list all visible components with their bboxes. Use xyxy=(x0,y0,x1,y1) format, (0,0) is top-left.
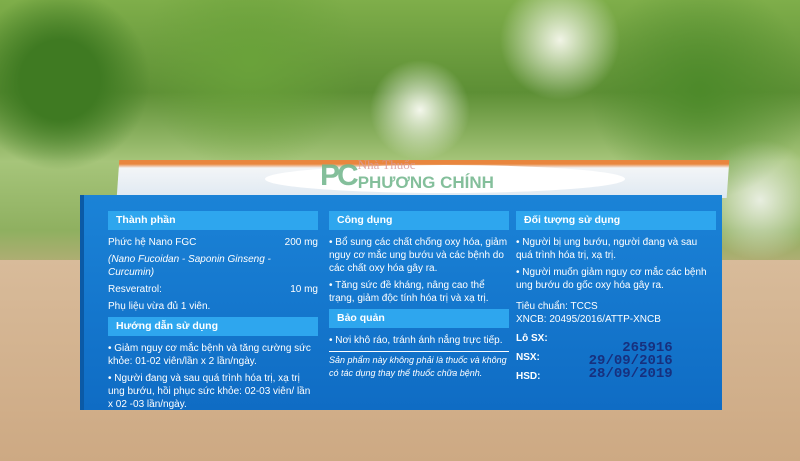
watermark-big: PHƯƠNG CHÍNH xyxy=(357,173,494,192)
ingredients-header: Thành phần xyxy=(108,211,318,230)
watermark: PC Nhà Thuốc PHƯƠNG CHÍNH xyxy=(320,157,494,193)
usage-2: • Người đang và sau quá trình hóa trị, x… xyxy=(108,373,311,410)
ingredient-2-dose: 10 mg xyxy=(290,284,318,295)
ingredient-2-name: Resveratrol: xyxy=(108,284,162,295)
hsd-label: HSD: xyxy=(516,371,541,382)
usage-1: • Giảm nguy cơ mắc bệnh và tăng cường sứ… xyxy=(108,343,311,367)
lot-label: Lô SX: xyxy=(516,333,548,344)
expiry-date: 28/09/2019 xyxy=(588,366,673,382)
watermark-small: Nhà Thuốc xyxy=(357,157,416,172)
nsx-label: NSX: xyxy=(516,352,540,363)
excipient: Phụ liệu vừa đủ 1 viên. xyxy=(108,301,211,312)
benefits-header: Công dụng xyxy=(329,211,509,230)
registration: XNCB: 20495/2016/ATTP-XNCB xyxy=(516,314,661,325)
benefits-column: Công dụng • Bổ sung các chất chống oxy h… xyxy=(329,211,509,384)
storage-text: • Nơi khô ráo, tránh ánh nắng trực tiếp. xyxy=(329,335,503,346)
usage-header: Hướng dẫn sử dụng xyxy=(108,317,318,336)
watermark-logo: PC xyxy=(320,159,359,192)
disclaimer: Sản phẩm này không phải là thuốc và khôn… xyxy=(329,351,509,380)
target-header: Đối tượng sử dụng xyxy=(516,211,716,230)
ingredient-1-sub: (Nano Fucoidan - Saponin Ginseng - Curcu… xyxy=(108,254,271,278)
target-column: Đối tượng sử dụng • Người bị ung bướu, n… xyxy=(516,211,716,383)
product-box-side: Thành phần Phức hệ Nano FGC 200 mg (Nano … xyxy=(80,195,722,410)
ingredient-1-name: Phức hệ Nano FGC xyxy=(108,237,197,248)
target-1: • Người bị ung bướu, người đang và sau q… xyxy=(516,237,698,261)
target-2: • Người muốn giảm nguy cơ mắc các bệnh u… xyxy=(516,267,707,291)
standard: Tiêu chuẩn: TCCS xyxy=(516,301,598,312)
benefit-2: • Tăng sức đề kháng, nâng cao thể trạng,… xyxy=(329,280,489,304)
ingredient-1-dose: 200 mg xyxy=(284,237,318,248)
storage-header: Bảo quản xyxy=(329,309,509,328)
ingredients-column: Thành phần Phức hệ Nano FGC 200 mg (Nano … xyxy=(108,211,318,415)
benefit-1: • Bổ sung các chất chống oxy hóa, giảm n… xyxy=(329,237,508,274)
